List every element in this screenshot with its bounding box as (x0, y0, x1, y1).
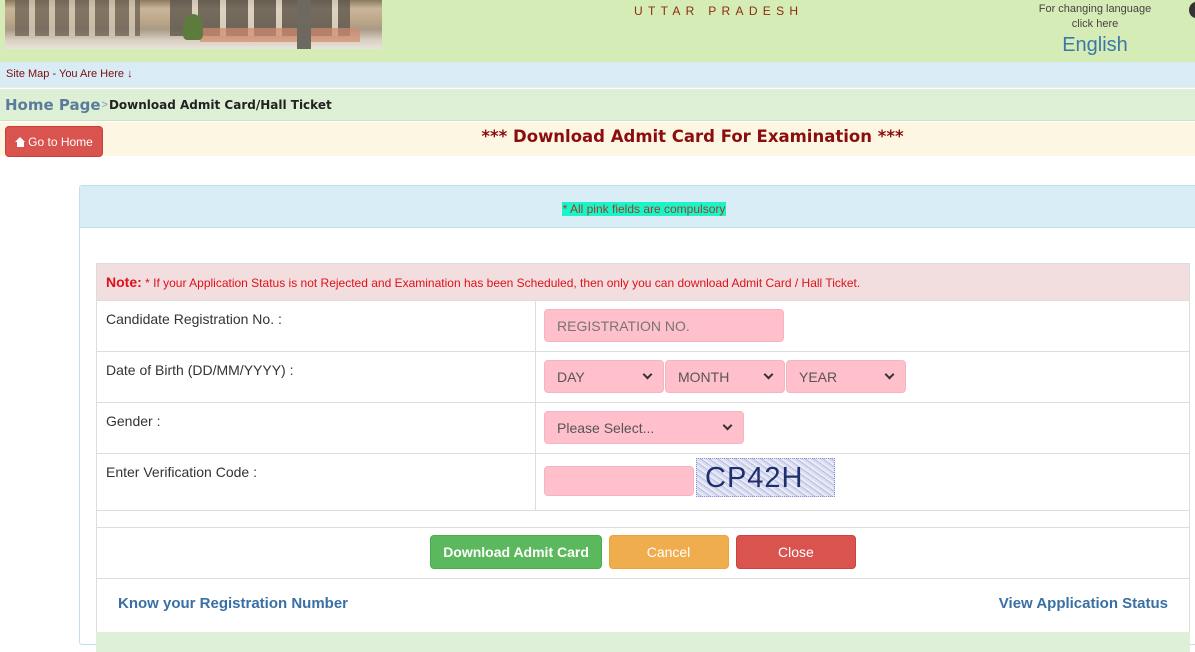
chevron-down-icon (642, 369, 653, 380)
registration-label: Candidate Registration No. : (96, 300, 536, 352)
english-language-link[interactable]: English (1062, 32, 1128, 58)
go-to-home-label: Go to Home (28, 134, 93, 149)
note-text: * If your Application Status is not Reje… (141, 276, 861, 290)
gender-label: Gender : (96, 402, 536, 454)
breadcrumb-home-link[interactable]: Home Page (5, 96, 101, 114)
gender-value: Please Select... (557, 419, 655, 436)
breadcrumb-current: Download Admit Card/Hall Ticket (108, 97, 332, 112)
chevron-down-icon (884, 369, 895, 380)
chevron-down-icon (763, 369, 774, 380)
language-hint-line2: click here (1071, 18, 1119, 30)
go-to-home-button[interactable]: Go to Home (5, 126, 103, 157)
breadcrumb: Home Page > Download Admit Card/Hall Tic… (0, 89, 1195, 121)
breadcrumb-separator: > (101, 98, 108, 111)
view-application-status-link[interactable]: View Application Status (999, 595, 1168, 612)
state-name: UTTAR PRADESH (634, 4, 804, 18)
chevron-down-icon (722, 420, 733, 431)
dob-label: Date of Birth (DD/MM/YYYY) : (96, 351, 536, 403)
page-title: *** Download Admit Card For Examination … (481, 127, 904, 146)
language-switcher: For changing language click here English (1030, 2, 1160, 58)
gender-row: Gender : Please Select... (96, 402, 1190, 454)
dob-day-select[interactable]: DAY (544, 360, 664, 393)
dob-month-value: MONTH (678, 368, 730, 385)
links-row: Know your Registration Number View Appli… (96, 578, 1190, 633)
captcha-image: CP42H (696, 458, 835, 497)
note-cell: Note: * If your Application Status is no… (96, 263, 1190, 301)
note-row: Note: * If your Application Status is no… (96, 263, 1190, 301)
title-strip: Go to Home *** Download Admit Card For E… (0, 122, 1195, 157)
compulsory-notice: * All pink fields are compulsory (561, 202, 727, 216)
cancel-button[interactable]: Cancel (608, 535, 729, 569)
verification-row: Enter Verification Code : CP42H (96, 453, 1190, 511)
home-icon (15, 136, 26, 147)
sitemap-strip: Site Map - You Are Here ↓ (0, 62, 1195, 88)
sitemap-label: Site Map - You Are Here ↓ (6, 68, 133, 80)
dob-row: Date of Birth (DD/MM/YYYY) : DAY MONTH Y… (96, 351, 1190, 403)
dob-year-select[interactable]: YEAR (786, 360, 906, 393)
admit-card-panel: * All pink fields are compulsory Note: *… (79, 185, 1195, 652)
banner-building-photo (5, 0, 382, 49)
gender-select[interactable]: Please Select... (544, 411, 744, 444)
panel-footer-strip (96, 632, 1190, 652)
dob-day-value: DAY (557, 368, 585, 385)
panel-heading: * All pink fields are compulsory (80, 186, 1195, 228)
download-admit-card-button[interactable]: Download Admit Card (430, 535, 603, 569)
dob-year-value: YEAR (799, 368, 838, 385)
close-button[interactable]: Close (735, 535, 856, 569)
action-buttons-row: Download Admit Card Cancel Close (96, 527, 1190, 579)
site-header: UTTAR PRADESH For changing language clic… (0, 0, 1195, 62)
corner-logo-icon (1189, 2, 1195, 18)
language-hint-line1: For changing language (1038, 3, 1152, 15)
note-label: Note: (106, 274, 142, 290)
registration-number-input[interactable] (544, 309, 784, 342)
registration-row: Candidate Registration No. : (96, 300, 1190, 352)
know-registration-number-link[interactable]: Know your Registration Number (118, 595, 348, 612)
verification-code-input[interactable] (544, 465, 694, 496)
verification-label: Enter Verification Code : (96, 453, 536, 511)
dob-month-select[interactable]: MONTH (665, 360, 785, 393)
admit-card-form: Note: * If your Application Status is no… (96, 263, 1190, 633)
